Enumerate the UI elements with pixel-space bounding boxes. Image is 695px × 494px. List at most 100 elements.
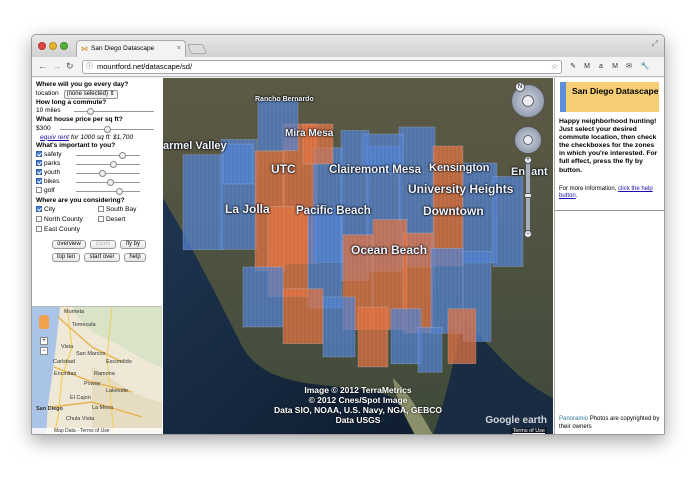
place-label: Downtown [423, 204, 484, 218]
commute-slider[interactable] [74, 108, 154, 116]
zone-north-county[interactable]: North County [36, 216, 83, 225]
place-label: armel Valley [163, 140, 227, 152]
zoom-slider-handle[interactable] [524, 193, 532, 198]
minimap-label: Temecula [72, 322, 96, 328]
preference-list: safety parks youth bikes golf [36, 151, 158, 196]
mail-icon[interactable]: ✉ [624, 62, 634, 72]
preference-youth: youth [36, 169, 158, 178]
equiv-rent-link[interactable]: equiv rent [40, 134, 69, 141]
parks-checkbox[interactable] [36, 160, 42, 167]
maximize-window-button[interactable] [60, 42, 68, 50]
reload-icon[interactable]: ↻ [66, 60, 74, 72]
minimap-label: El Cajon [70, 395, 91, 401]
parks-slider-handle[interactable] [110, 160, 117, 168]
panel-divider [555, 210, 664, 211]
pegman-icon[interactable] [39, 315, 49, 329]
minimap-label: Encinitas [54, 371, 77, 377]
safety-checkbox[interactable] [36, 151, 42, 158]
forward-arrow-icon[interactable]: → [52, 60, 61, 72]
start-over-button[interactable]: start over [84, 252, 120, 262]
zoom-slider[interactable]: + − [524, 156, 532, 238]
bikes-weight-slider[interactable] [76, 178, 140, 186]
close-window-button[interactable] [38, 42, 46, 50]
youth-weight-slider[interactable] [76, 169, 140, 177]
safety-slider-handle[interactable] [119, 151, 126, 159]
zone-city-checkbox[interactable] [36, 205, 42, 212]
safety-weight-slider[interactable] [76, 151, 140, 159]
help-button[interactable]: help [124, 252, 146, 262]
location-select[interactable]: (none selected) ⇕ [63, 89, 118, 99]
zone-desert[interactable]: Desert [98, 216, 125, 225]
top-ten-button[interactable]: top ten [52, 252, 80, 262]
back-arrow-icon[interactable]: ← [38, 60, 47, 72]
close-tab-icon[interactable]: × [177, 41, 181, 57]
commute-heading: How long a commute? [36, 98, 107, 106]
panoramio-logo[interactable]: Panoramio [559, 416, 588, 422]
fullscreen-icon[interactable]: ⤢ [652, 39, 658, 49]
preference-safety: safety [36, 151, 158, 160]
minimap-footer[interactable]: Map Data - Terms of Use [32, 428, 162, 434]
zoom-out-icon[interactable]: − [524, 230, 532, 238]
address-bar[interactable]: ⓘ mountford.net/datascape/sd/ ☆ [82, 60, 562, 74]
zone-city[interactable]: City [36, 206, 55, 215]
golf-slider-handle[interactable] [116, 187, 123, 195]
zoom-button[interactable]: zoom [90, 239, 116, 249]
minimize-window-button[interactable] [49, 42, 57, 50]
price-value: $300 [36, 124, 51, 132]
move-control[interactable] [514, 126, 542, 154]
zoom-in-icon[interactable]: + [524, 156, 532, 164]
minimap-label: San Diego [36, 406, 63, 412]
minimap-label: Escondido [106, 359, 132, 365]
minimap-zoom-in-icon[interactable]: + [40, 337, 48, 345]
price-slider-handle[interactable] [104, 125, 111, 133]
bookmark-star-icon[interactable]: ☆ [551, 61, 558, 73]
browser-tab[interactable]: ⋈ San Diego Datascape × [76, 40, 186, 57]
zone-list: City South Bay North County Desert East … [36, 206, 158, 236]
gmail-icon[interactable]: M [582, 62, 592, 72]
zone-tower [390, 308, 422, 365]
overview-button[interactable]: overview [52, 239, 86, 249]
importance-heading: What's important to you? [36, 142, 116, 150]
google-earth-logo: Google earth [485, 415, 547, 426]
safety-label: safety [44, 150, 62, 158]
app-title: San Diego Datascape [560, 82, 659, 112]
controls-panel: Where will you go every day? location (n… [32, 78, 162, 305]
zone-tower [357, 306, 389, 368]
place-label: Pacific Beach [296, 205, 371, 217]
youth-checkbox[interactable] [36, 169, 42, 176]
golf-label: golf [44, 186, 55, 194]
zone-south-bay[interactable]: South Bay [98, 206, 136, 215]
new-tab-button[interactable] [187, 44, 207, 54]
place-label: Mira Mesa [285, 128, 334, 139]
minimap-zoom-out-icon[interactable]: − [40, 347, 48, 355]
zone-east-county[interactable]: East County [36, 226, 80, 235]
zone-east-county-checkbox[interactable] [36, 225, 42, 232]
fly-by-button[interactable]: fly by [120, 239, 146, 249]
wrench-icon[interactable]: 🔧 [640, 62, 650, 72]
place-label: Ocean Beach [351, 243, 428, 257]
terms-of-use-link[interactable]: Terms of Use [510, 428, 547, 434]
zone-north-county-checkbox[interactable] [36, 215, 42, 222]
zone-south-bay-checkbox[interactable] [98, 205, 104, 212]
button-group: overview zoom fly by top ten start over … [36, 236, 158, 262]
place-label: Kensington [429, 162, 490, 174]
amazon-icon[interactable]: a [596, 62, 606, 72]
youth-slider-handle[interactable] [99, 169, 106, 177]
place-label: UTC [271, 162, 296, 176]
bikes-checkbox[interactable] [36, 178, 42, 185]
golf-checkbox[interactable] [36, 187, 42, 194]
earth-3d-view[interactable]: Rancho Bernardo Mira Mesa armel Valley U… [163, 78, 553, 434]
commute-slider-handle[interactable] [87, 108, 94, 116]
price-slider[interactable] [60, 125, 154, 133]
compass-north-icon[interactable]: N [515, 82, 525, 92]
gmail-checker-icon[interactable]: M [610, 62, 620, 72]
minimap-label: Ramona [94, 371, 115, 377]
bikes-slider-handle[interactable] [107, 178, 114, 186]
zone-desert-checkbox[interactable] [98, 215, 104, 222]
commute-destination-heading: Where will you go every day? [36, 81, 129, 88]
golf-weight-slider[interactable] [76, 187, 140, 195]
overview-minimap[interactable]: + − Murrieta Temecula Vista San Marcos E… [32, 306, 162, 434]
photo-credit: Panoramio Photos are copyrighted by thei… [559, 416, 660, 430]
parks-weight-slider[interactable] [76, 160, 140, 168]
extension-pen-icon[interactable]: ✎ [568, 62, 578, 72]
